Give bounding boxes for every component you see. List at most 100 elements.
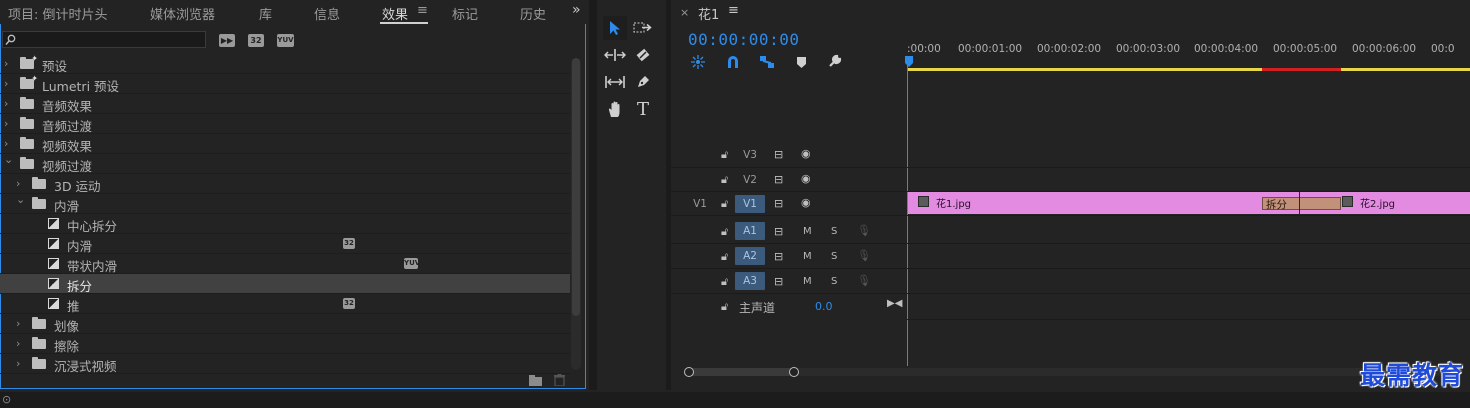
sync-lock-icon[interactable]: ⊟ bbox=[774, 173, 783, 186]
time-ruler[interactable]: :00:00 00:00:01:00 00:00:02:00 00:00:03:… bbox=[907, 38, 1470, 72]
track-target-a2[interactable]: A2 bbox=[735, 247, 765, 265]
accelerated-effects-filter-icon[interactable]: ▶▶ bbox=[219, 34, 235, 47]
chevron-right-icon[interactable]: › bbox=[4, 97, 8, 110]
lock-icon[interactable]: 🔓︎ bbox=[721, 300, 728, 314]
lane-a2[interactable] bbox=[907, 244, 1470, 269]
track-target-a3[interactable]: A3 bbox=[735, 272, 765, 290]
linked-selection-icon[interactable] bbox=[759, 55, 775, 69]
mute-button[interactable]: M bbox=[803, 276, 812, 287]
tree-item[interactable]: › 音频过渡 bbox=[0, 114, 570, 134]
pen-tool[interactable] bbox=[631, 70, 655, 94]
work-area-bar[interactable] bbox=[907, 68, 1470, 71]
selection-tool[interactable] bbox=[603, 16, 627, 40]
tree-item[interactable]: 中心拆分 bbox=[0, 214, 570, 234]
expand-channels-icon[interactable]: ▶◀ bbox=[887, 298, 902, 309]
lane-v3[interactable] bbox=[907, 142, 1470, 168]
tab-history[interactable]: 历史 bbox=[520, 4, 546, 23]
effects-scrollbar[interactable] bbox=[571, 58, 581, 370]
solo-button[interactable]: S bbox=[831, 226, 837, 237]
tree-item[interactable]: › ✦ 预设 bbox=[0, 54, 570, 74]
chevron-right-icon[interactable]: › bbox=[4, 117, 8, 130]
sync-lock-icon[interactable]: ⊟ bbox=[774, 275, 783, 288]
chevron-down-icon[interactable]: ⌄ bbox=[16, 193, 25, 206]
lane-master[interactable] bbox=[907, 294, 1470, 320]
lock-icon[interactable]: 🔓︎ bbox=[721, 197, 728, 211]
ripple-edit-tool[interactable] bbox=[603, 43, 627, 67]
search-input[interactable] bbox=[2, 31, 206, 48]
sync-lock-icon[interactable]: ⊟ bbox=[774, 250, 783, 263]
chevron-right-icon[interactable]: › bbox=[4, 57, 8, 70]
razor-tool[interactable] bbox=[631, 43, 655, 67]
tree-item[interactable]: › 3D 运动 bbox=[0, 174, 570, 194]
sync-lock-icon[interactable]: ⊟ bbox=[774, 148, 783, 161]
tree-item[interactable]: 带状内滑 YUV bbox=[0, 254, 570, 274]
track-name[interactable]: V3 bbox=[735, 146, 765, 164]
sequence-tab[interactable]: 花1 bbox=[698, 4, 719, 23]
nest-sequence-icon[interactable] bbox=[691, 55, 705, 69]
track-target-v1[interactable]: V1 bbox=[735, 195, 765, 213]
panel-menu-icon[interactable]: ≡ bbox=[417, 3, 428, 18]
transition-split[interactable]: 拆分 bbox=[1262, 192, 1341, 214]
microphone-icon[interactable]: 🎙︎ bbox=[857, 274, 871, 287]
lock-icon[interactable]: 🔓︎ bbox=[721, 173, 728, 187]
lane-v2[interactable] bbox=[907, 168, 1470, 192]
mute-button[interactable]: M bbox=[803, 226, 812, 237]
zoom-handle-right[interactable] bbox=[789, 367, 799, 377]
track-select-tool[interactable] bbox=[631, 16, 655, 40]
tab-info[interactable]: 信息 bbox=[314, 4, 340, 23]
chevron-right-icon[interactable]: › bbox=[16, 357, 20, 370]
tab-markers[interactable]: 标记 bbox=[452, 4, 478, 23]
tree-item[interactable]: › 沉浸式视频 bbox=[0, 354, 570, 374]
yuv-filter-button[interactable]: YUV bbox=[277, 34, 294, 47]
tab-media-browser[interactable]: 媒体浏览器 bbox=[150, 4, 215, 23]
chevron-right-icon[interactable]: › bbox=[4, 77, 8, 90]
tree-item[interactable]: › 擦除 bbox=[0, 334, 570, 354]
chevron-right-icon[interactable]: › bbox=[4, 137, 8, 150]
32bit-filter-button[interactable]: 32 bbox=[248, 34, 264, 47]
delete-trash-icon[interactable] bbox=[554, 374, 565, 386]
sync-lock-icon[interactable]: ⊟ bbox=[774, 197, 783, 210]
add-marker-icon[interactable] bbox=[797, 57, 806, 68]
tree-item[interactable]: › ✦ Lumetri 预设 bbox=[0, 74, 570, 94]
lane-a3[interactable] bbox=[907, 269, 1470, 294]
tree-item[interactable]: 拆分 bbox=[0, 274, 570, 294]
timeline-settings-wrench-icon[interactable] bbox=[827, 54, 842, 69]
sync-lock-icon[interactable]: ⊟ bbox=[774, 225, 783, 238]
tab-project[interactable]: 项目: 倒计时片头 bbox=[8, 4, 108, 23]
lane-a1[interactable] bbox=[907, 219, 1470, 244]
chevron-down-icon[interactable]: ⌄ bbox=[4, 153, 13, 166]
zoom-scrollbar-thumb[interactable] bbox=[689, 368, 793, 376]
chevron-right-icon[interactable]: › bbox=[16, 177, 20, 190]
tree-item[interactable]: ⌄ 内滑 bbox=[0, 193, 570, 214]
lock-icon[interactable]: 🔓︎ bbox=[721, 250, 728, 264]
solo-button[interactable]: S bbox=[831, 251, 837, 262]
lock-icon[interactable]: 🔓︎ bbox=[721, 225, 728, 239]
snap-magnet-icon[interactable] bbox=[726, 55, 740, 69]
status-render-icon[interactable]: ⊙ bbox=[2, 393, 11, 406]
overflow-chevron-icon[interactable]: » bbox=[572, 2, 581, 18]
type-tool[interactable]: T bbox=[631, 97, 655, 121]
mute-button[interactable]: M bbox=[803, 251, 812, 262]
tree-item[interactable]: ⌄ 视频过渡 bbox=[0, 153, 570, 174]
zoom-scrollbar[interactable] bbox=[685, 368, 1455, 376]
new-bin-icon[interactable] bbox=[529, 375, 543, 386]
slip-tool[interactable] bbox=[603, 70, 627, 94]
track-target-a1[interactable]: A1 bbox=[735, 222, 765, 240]
source-patch-v1[interactable]: V1 bbox=[685, 195, 715, 213]
tab-effects[interactable]: 效果 bbox=[382, 4, 408, 23]
solo-button[interactable]: S bbox=[831, 276, 837, 287]
lock-icon[interactable]: 🔓︎ bbox=[721, 148, 728, 162]
zoom-handle-left[interactable] bbox=[684, 367, 694, 377]
eye-icon[interactable]: ◉ bbox=[801, 147, 811, 160]
panel-divider[interactable] bbox=[589, 0, 597, 390]
tree-item[interactable]: 推 32 bbox=[0, 294, 570, 314]
tree-item[interactable]: › 视频效果 bbox=[0, 134, 570, 154]
scrollbar-thumb[interactable] bbox=[572, 58, 580, 316]
track-lanes[interactable]: 花1.jpg 花2.jpg 拆分 bbox=[907, 140, 1470, 325]
lock-icon[interactable]: 🔓︎ bbox=[721, 275, 728, 289]
eye-icon[interactable]: ◉ bbox=[801, 196, 811, 209]
eye-icon[interactable]: ◉ bbox=[801, 172, 811, 185]
tree-item[interactable]: › 划像 bbox=[0, 314, 570, 334]
hand-tool[interactable] bbox=[603, 97, 627, 121]
master-volume-value[interactable]: 0.0 bbox=[815, 300, 833, 313]
